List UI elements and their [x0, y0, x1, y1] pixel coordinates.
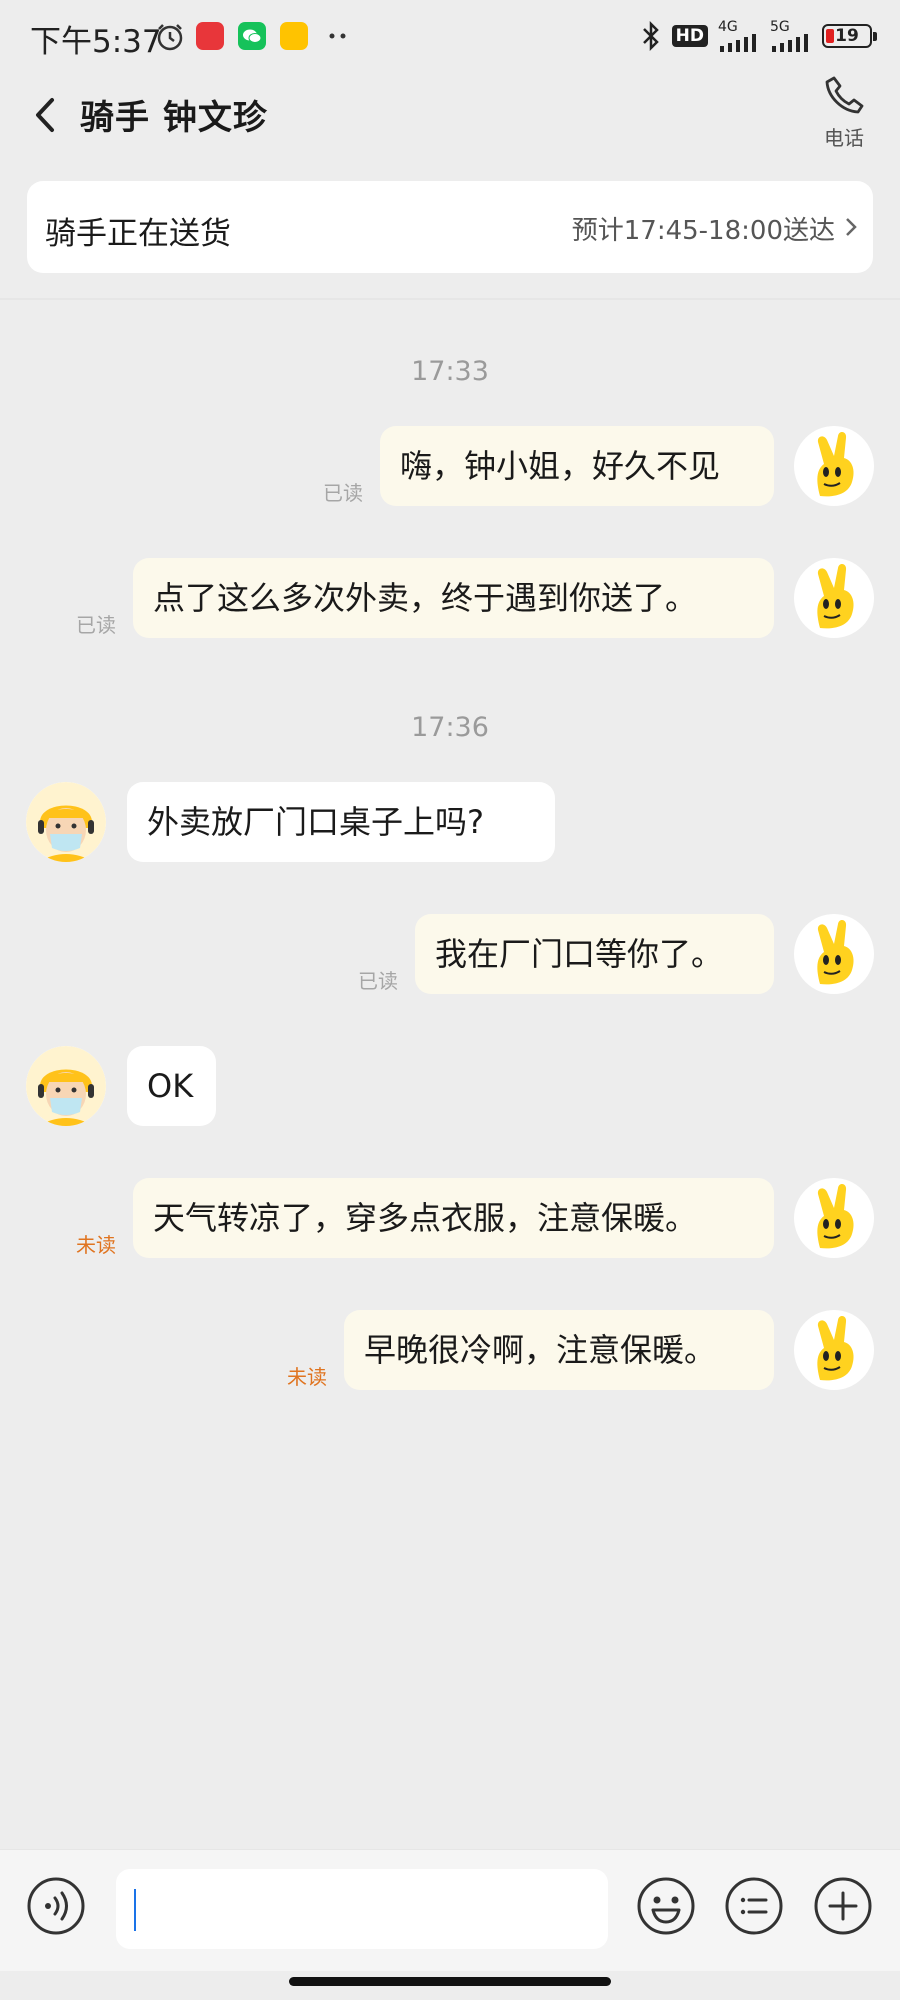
delivery-status-card[interactable]: 骑手正在送货 预计17:45-18:00送达 [27, 181, 873, 273]
read-status: 已读 [358, 969, 398, 993]
message-bubble[interactable]: 我在厂门口等你了。 [415, 914, 774, 994]
back-arrow-icon[interactable] [26, 90, 66, 140]
message-bubble[interactable]: 嗨，钟小姐，好久不见 [380, 426, 774, 506]
status-right: HD 4G 5G 19 [640, 16, 877, 56]
call-button[interactable]: 电话 [814, 72, 874, 158]
home-indicator[interactable] [289, 1977, 611, 1986]
signal-icon [720, 34, 756, 52]
unread-status: 未读 [287, 1365, 327, 1389]
bluetooth-icon [642, 20, 659, 52]
timestamp: 17:36 [411, 712, 489, 743]
rider-avatar-icon [26, 782, 106, 862]
call-label: 电话 [824, 126, 864, 150]
hand-avatar-icon [817, 920, 854, 985]
phone-icon [825, 76, 864, 114]
status-time: 下午5:37 [30, 24, 162, 60]
read-status: 已读 [76, 613, 116, 637]
battery-indicator: 19 [822, 24, 877, 48]
quick-reply-icon[interactable] [724, 1876, 784, 1936]
my-avatar[interactable] [794, 558, 874, 638]
my-avatar[interactable] [794, 426, 874, 506]
divider [0, 298, 900, 300]
message-bubble[interactable]: 天气转凉了，穿多点衣服，注意保暖。 [133, 1178, 774, 1258]
delivery-eta: 预计17:45-18:00送达 [571, 216, 835, 246]
hand-avatar-icon [817, 1184, 854, 1249]
chat-header: 骑手 钟文珍 电话 [0, 70, 900, 160]
message-bubble[interactable]: 外卖放厂门口桌子上吗? [127, 782, 555, 862]
my-avatar[interactable] [794, 1310, 874, 1390]
message-input-bar [0, 1849, 900, 1971]
delivery-status: 骑手正在送货 [45, 216, 231, 252]
read-status: 已读 [323, 481, 363, 505]
signal-icon [772, 34, 808, 52]
rider-avatar-icon [26, 1046, 106, 1126]
hand-avatar-icon [817, 432, 854, 497]
rider-avatar[interactable] [26, 1046, 106, 1126]
rider-avatar[interactable] [26, 782, 106, 862]
meituan-icon [280, 22, 308, 50]
hd-badge: HD [671, 25, 708, 47]
wechat-icon [238, 22, 266, 50]
message-bubble[interactable]: OK [127, 1046, 216, 1126]
message-input[interactable] [116, 1869, 608, 1949]
status-bar: 下午5:37 HD 4G 5G 19 [0, 0, 900, 70]
add-icon[interactable] [813, 1876, 873, 1936]
text-cursor [134, 1889, 136, 1931]
timestamp: 17:33 [411, 356, 489, 387]
unread-status: 未读 [76, 1233, 116, 1257]
hand-avatar-icon [817, 564, 854, 629]
hand-avatar-icon [817, 1316, 854, 1381]
network-5g: 5G [770, 20, 812, 52]
alarm-icon [157, 24, 183, 51]
page-title: 骑手 钟文珍 [80, 98, 268, 138]
message-bubble[interactable]: 早晚很冷啊，注意保暖。 [344, 1310, 774, 1390]
more-dots-icon [329, 33, 346, 39]
network-4g: 4G [718, 20, 760, 52]
app-icon-red [196, 22, 224, 50]
my-avatar[interactable] [794, 1178, 874, 1258]
my-avatar[interactable] [794, 914, 874, 994]
emoji-icon[interactable] [636, 1876, 696, 1936]
voice-icon[interactable] [26, 1876, 86, 1936]
chevron-right-icon [846, 218, 857, 236]
message-bubble[interactable]: 点了这么多次外卖，终于遇到你送了。 [133, 558, 774, 638]
